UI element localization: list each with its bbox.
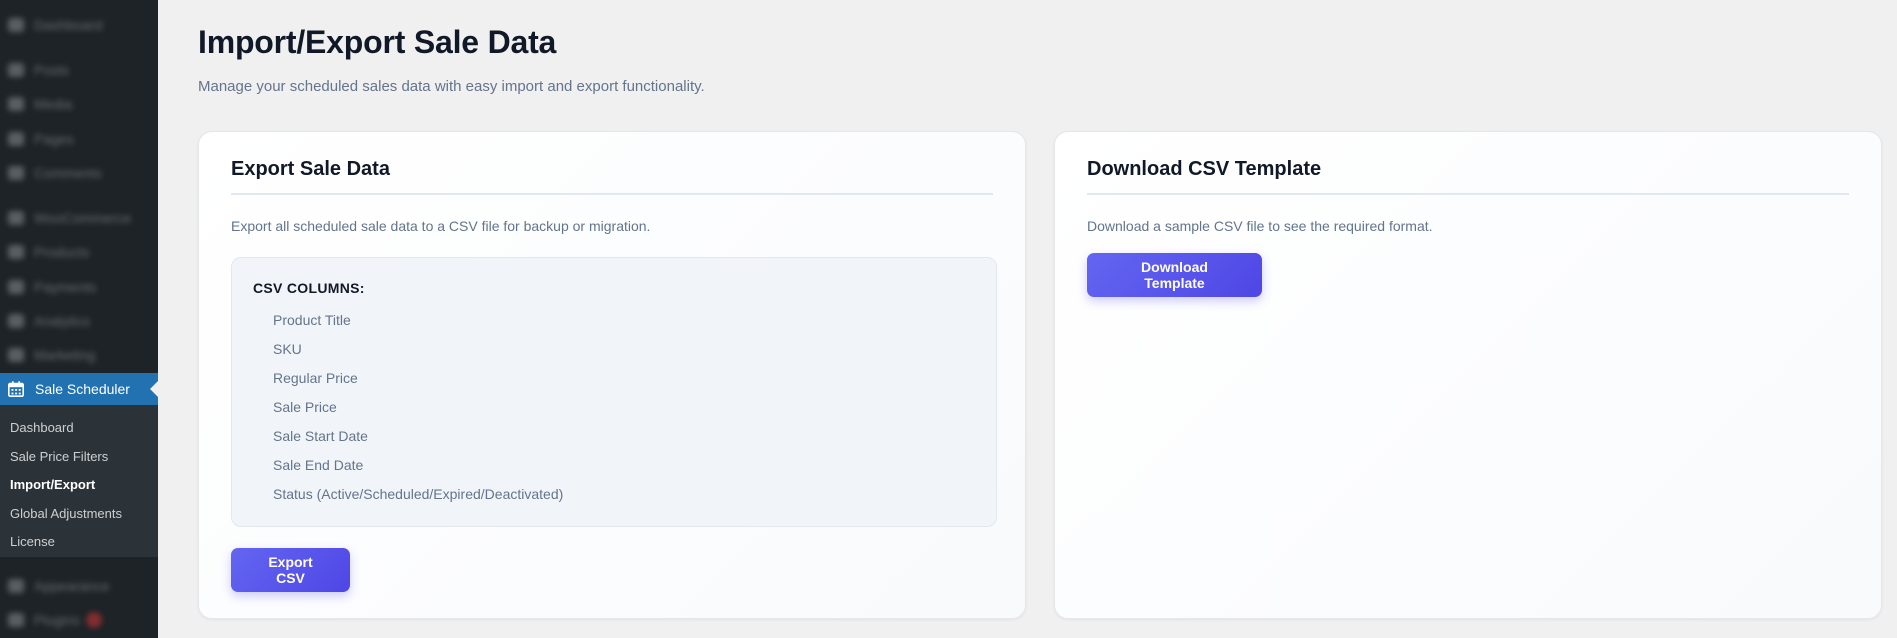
marketing-icon xyxy=(8,348,24,362)
sidebar-item-comments[interactable]: Comments xyxy=(0,158,158,188)
products-icon xyxy=(8,245,24,259)
update-count-badge xyxy=(85,612,102,628)
page-description: Manage your scheduled sales data with ea… xyxy=(198,78,705,95)
submenu-item-sale-price-filters[interactable]: Sale Price Filters xyxy=(0,443,158,472)
sidebar-item-plugins[interactable]: Plugins xyxy=(0,605,158,635)
download-csv-template-card: Download CSV Template Download a sample … xyxy=(1054,131,1882,619)
submenu-item-global-adjustments[interactable]: Global Adjustments xyxy=(0,500,158,529)
page-title: Import/Export Sale Data xyxy=(198,24,557,60)
list-item: Sale Price xyxy=(273,399,337,415)
sidebar-item-marketing[interactable]: Marketing xyxy=(0,340,158,370)
sidebar-item-pages[interactable]: Pages xyxy=(0,124,158,154)
media-icon xyxy=(8,97,24,111)
submenu-item-dashboard[interactable]: Dashboard xyxy=(0,414,158,443)
list-item: Status (Active/Scheduled/Expired/Deactiv… xyxy=(273,486,564,502)
sidebar-item-label: Pages xyxy=(34,131,74,147)
comments-icon xyxy=(8,166,24,180)
csv-columns-heading: CSV COLUMNS: xyxy=(253,280,365,296)
card-description: Download a sample CSV file to see the re… xyxy=(1087,218,1433,234)
posts-icon xyxy=(8,63,24,77)
list-item: Sale End Date xyxy=(273,457,364,473)
sidebar-item-woocommerce[interactable]: WooCommerce xyxy=(0,203,158,233)
woocommerce-icon xyxy=(8,211,24,225)
card-divider xyxy=(231,193,993,195)
list-item: SKU xyxy=(273,341,302,357)
sidebar-item-posts[interactable]: Posts xyxy=(0,55,158,85)
sidebar-item-label: Sale Scheduler xyxy=(35,381,130,397)
sidebar-item-label: Appearance xyxy=(34,578,110,594)
sidebar-item-label: Marketing xyxy=(34,347,96,363)
plugins-icon xyxy=(8,613,24,627)
sidebar-item-appearance[interactable]: Appearance xyxy=(0,571,158,601)
sidebar-item-label: Dashboard xyxy=(34,17,103,33)
analytics-icon xyxy=(8,314,24,328)
sidebar-item-label: WooCommerce xyxy=(34,210,131,226)
card-description: Export all scheduled sale data to a CSV … xyxy=(231,218,651,234)
sidebar-item-label: Products xyxy=(34,244,90,260)
admin-sidebar: Dashboard Posts Media Pages Comments Woo… xyxy=(0,0,158,638)
card-divider xyxy=(1087,193,1849,195)
download-template-button[interactable]: Download Template xyxy=(1087,253,1262,297)
sidebar-item-sale-scheduler[interactable]: Sale Scheduler xyxy=(0,373,158,405)
card-title: Export Sale Data xyxy=(231,158,390,180)
sale-scheduler-submenu: Dashboard Sale Price Filters Import/Expo… xyxy=(0,405,158,557)
sidebar-item-label: Comments xyxy=(34,165,102,181)
sidebar-item-dashboard[interactable]: Dashboard xyxy=(0,10,158,40)
list-item: Sale Start Date xyxy=(273,428,368,444)
sidebar-item-label: Payments xyxy=(34,279,97,295)
pages-icon xyxy=(8,132,24,146)
dashboard-icon xyxy=(8,18,24,32)
sidebar-item-products[interactable]: Products xyxy=(0,237,158,267)
sidebar-item-label: Posts xyxy=(34,62,70,78)
sidebar-item-payments[interactable]: Payments xyxy=(0,272,158,302)
export-csv-button[interactable]: Export CSV xyxy=(231,548,350,592)
submenu-item-license[interactable]: License xyxy=(0,528,158,557)
calendar-icon xyxy=(7,381,25,398)
payments-icon xyxy=(8,280,24,294)
sidebar-item-media[interactable]: Media xyxy=(0,89,158,119)
csv-columns-box: CSV COLUMNS: Product Title SKU Regular P… xyxy=(231,257,997,527)
sidebar-item-label: Plugins xyxy=(34,612,80,628)
active-menu-arrow xyxy=(150,381,158,397)
csv-columns-list: Product Title SKU Regular Price Sale Pri… xyxy=(253,306,996,509)
export-sale-data-card: Export Sale Data Export all scheduled sa… xyxy=(198,131,1026,619)
list-item: Regular Price xyxy=(273,370,358,386)
main-content: Import/Export Sale Data Manage your sche… xyxy=(158,0,1897,638)
card-title: Download CSV Template xyxy=(1087,158,1322,180)
sidebar-item-label: Analytics xyxy=(34,313,91,329)
sidebar-item-label: Media xyxy=(34,96,73,112)
submenu-item-import-export[interactable]: Import/Export xyxy=(0,471,158,500)
appearance-icon xyxy=(8,579,24,593)
sidebar-item-analytics[interactable]: Analytics xyxy=(0,306,158,336)
list-item: Product Title xyxy=(273,312,351,328)
